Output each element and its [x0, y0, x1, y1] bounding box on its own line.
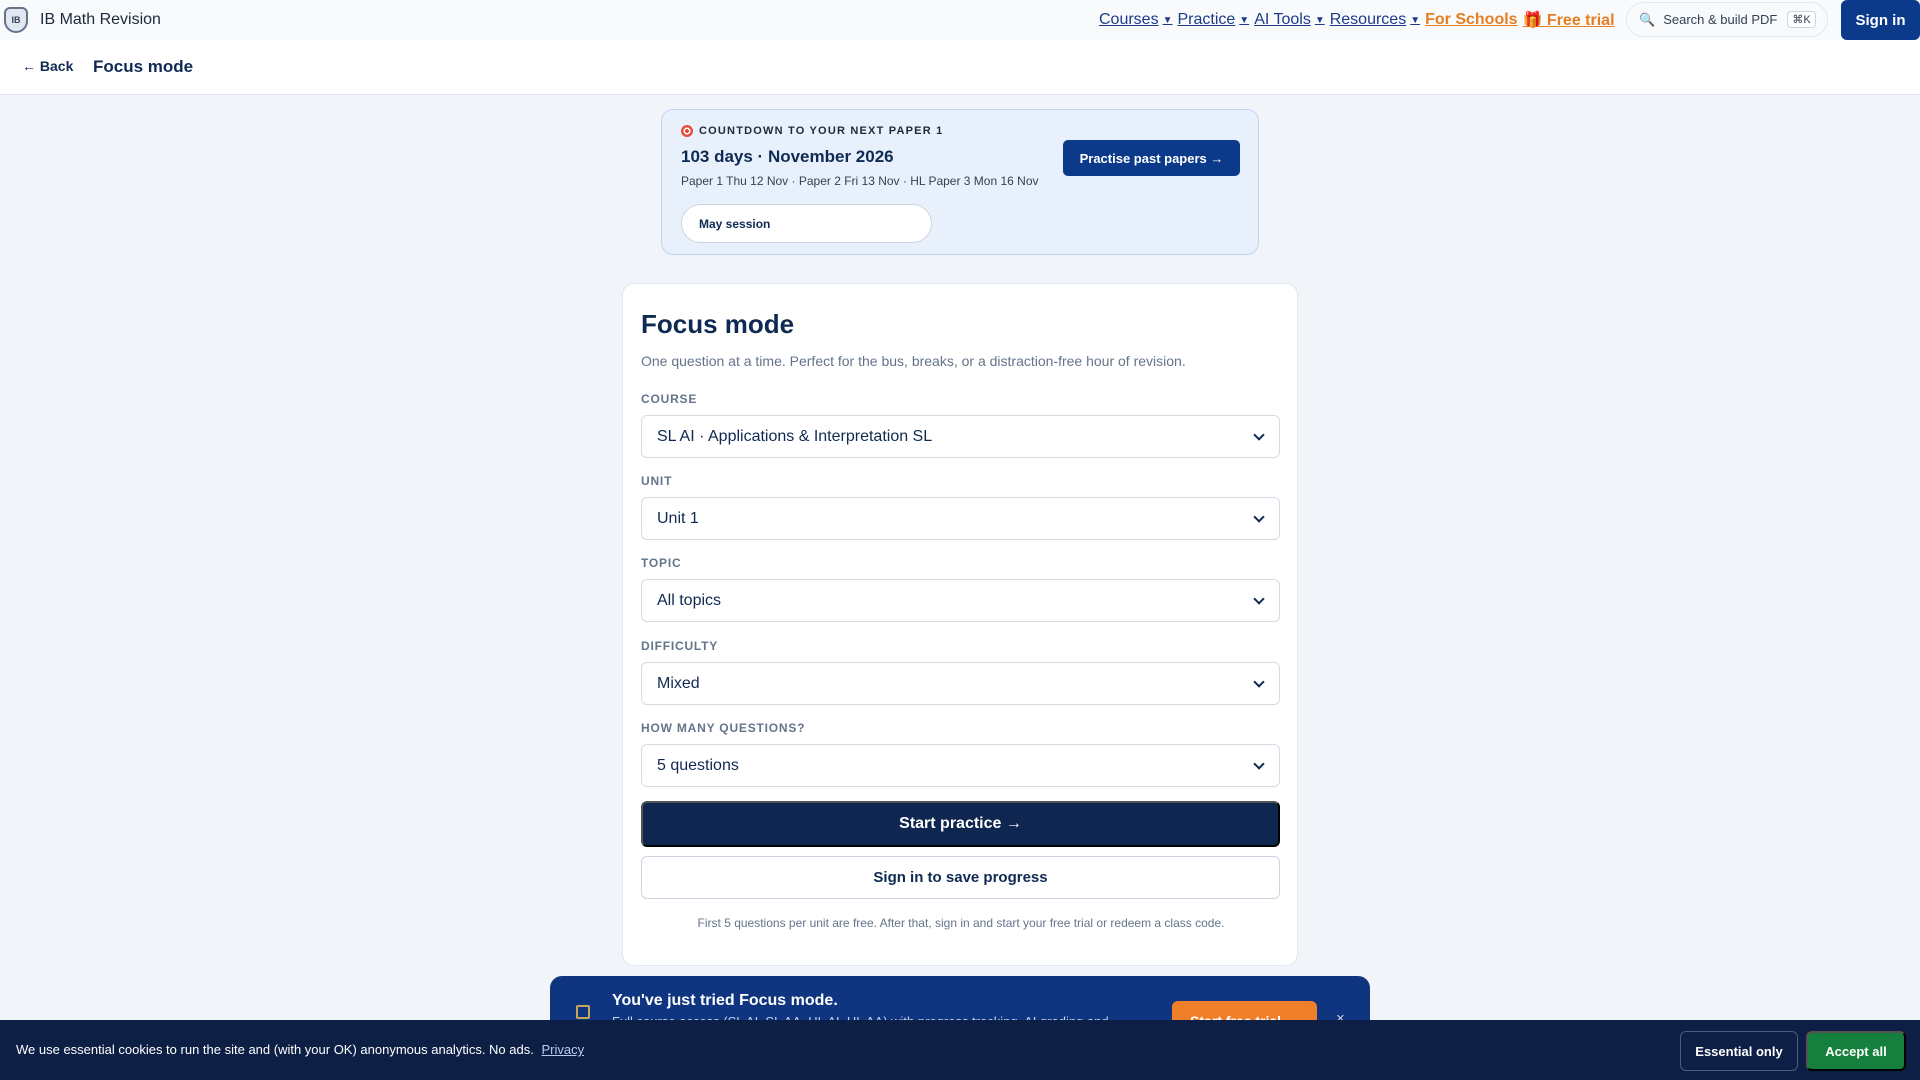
- countdown-card: COUNTDOWN TO YOUR NEXT PAPER 1 103 days …: [661, 109, 1259, 255]
- page-subheader: ← Back Focus mode: [0, 40, 1920, 95]
- chevron-down-icon: [1253, 429, 1265, 441]
- search-input[interactable]: 🔍 Search & build PDF ⌘K: [1626, 2, 1828, 37]
- nav-practice[interactable]: Practice ▼: [1177, 11, 1249, 29]
- cookie-banner: We use essential cookies to run the site…: [0, 1020, 1920, 1080]
- accept-all-button[interactable]: Accept all: [1806, 1031, 1906, 1071]
- nav-ai-tools-label: AI Tools: [1254, 11, 1311, 28]
- nav-courses[interactable]: Courses ▼: [1099, 11, 1172, 29]
- caret-down-icon: ▼: [1314, 14, 1325, 26]
- unit-label: UNIT: [641, 474, 673, 488]
- nav-free-trial[interactable]: 🎁 Free trial: [1523, 10, 1615, 30]
- question-count-label: HOW MANY QUESTIONS?: [641, 721, 806, 735]
- session-select[interactable]: May session: [681, 204, 932, 243]
- countdown-schedule: Paper 1 Thu 12 Nov · Paper 2 Fri 13 Nov …: [681, 174, 1039, 188]
- chevron-down-icon: [1253, 758, 1265, 770]
- countdown-days: 103 days · November 2026: [681, 147, 894, 166]
- search-shortcut-badge: ⌘K: [1787, 11, 1816, 28]
- brand-logo-icon: IB: [4, 7, 28, 33]
- practise-past-papers-button[interactable]: Practise past papers →: [1063, 140, 1240, 176]
- calendar-icon: [576, 1005, 590, 1019]
- countdown-label: COUNTDOWN TO YOUR NEXT PAPER 1: [681, 125, 943, 137]
- unit-value: Unit 1: [657, 509, 699, 527]
- upsell-title: You've just tried Focus mode.: [612, 992, 838, 1009]
- start-practice-button[interactable]: Start practice →: [641, 801, 1280, 847]
- course-label: COURSE: [641, 392, 698, 406]
- main-nav: Courses ▼ Practice ▼ AI Tools ▼ Resource…: [1099, 0, 1620, 40]
- nav-courses-label: Courses: [1099, 11, 1159, 28]
- sign-in-button[interactable]: Sign in: [1841, 0, 1920, 40]
- cookie-text: We use essential cookies to run the site…: [16, 1042, 584, 1057]
- course-select[interactable]: SL AI · Applications & Interpretation SL: [641, 415, 1280, 458]
- nav-for-schools[interactable]: For Schools: [1425, 11, 1517, 29]
- topic-select[interactable]: All topics: [641, 579, 1280, 622]
- nav-resources-label: Resources: [1329, 11, 1407, 28]
- nav-practice-label: Practice: [1177, 11, 1236, 28]
- focus-mode-form: Focus mode One question at a time. Perfe…: [622, 283, 1298, 966]
- topic-value: All topics: [657, 591, 722, 609]
- chevron-down-icon: [1253, 511, 1265, 523]
- nav-ai-tools[interactable]: AI Tools ▼: [1254, 11, 1325, 29]
- search-icon: 🔍: [1639, 11, 1656, 27]
- form-title: Focus mode: [641, 309, 795, 339]
- brand-name: IB Math Revision: [40, 11, 161, 28]
- unit-select[interactable]: Unit 1: [641, 497, 1280, 540]
- brand[interactable]: IB IB Math Revision: [4, 7, 161, 33]
- top-navbar: IB IB Math Revision Courses ▼ Practice ▼…: [0, 0, 1920, 40]
- caret-down-icon: ▼: [1239, 14, 1250, 26]
- back-link[interactable]: ← Back: [22, 58, 73, 74]
- chevron-down-icon: [1253, 593, 1265, 605]
- page-title: Focus mode: [93, 57, 194, 76]
- search-placeholder: Search & build PDF: [1663, 12, 1778, 27]
- topic-label: TOPIC: [641, 556, 682, 570]
- essential-only-button[interactable]: Essential only: [1680, 1031, 1798, 1071]
- question-count-value: 5 questions: [657, 756, 739, 774]
- privacy-link[interactable]: Privacy: [541, 1042, 584, 1057]
- nav-resources[interactable]: Resources ▼: [1330, 11, 1420, 29]
- caret-down-icon: ▼: [1410, 14, 1421, 26]
- form-subtitle: One question at a time. Perfect for the …: [641, 353, 1186, 369]
- difficulty-label: DIFFICULTY: [641, 639, 719, 653]
- course-value: SL AI · Applications & Interpretation SL: [657, 427, 933, 445]
- countdown-label-text: COUNTDOWN TO YOUR NEXT PAPER 1: [699, 125, 944, 137]
- cookie-message: We use essential cookies to run the site…: [16, 1042, 534, 1057]
- difficulty-select[interactable]: Mixed: [641, 662, 1280, 705]
- question-count-select[interactable]: 5 questions: [641, 744, 1280, 787]
- difficulty-value: Mixed: [657, 674, 700, 692]
- free-questions-note: First 5 questions per unit are free. Aft…: [697, 916, 1225, 930]
- target-icon: [681, 125, 693, 137]
- sign-in-save-progress-button[interactable]: Sign in to save progress: [641, 856, 1280, 899]
- chevron-down-icon: [1253, 676, 1265, 688]
- caret-down-icon: ▼: [1162, 14, 1173, 26]
